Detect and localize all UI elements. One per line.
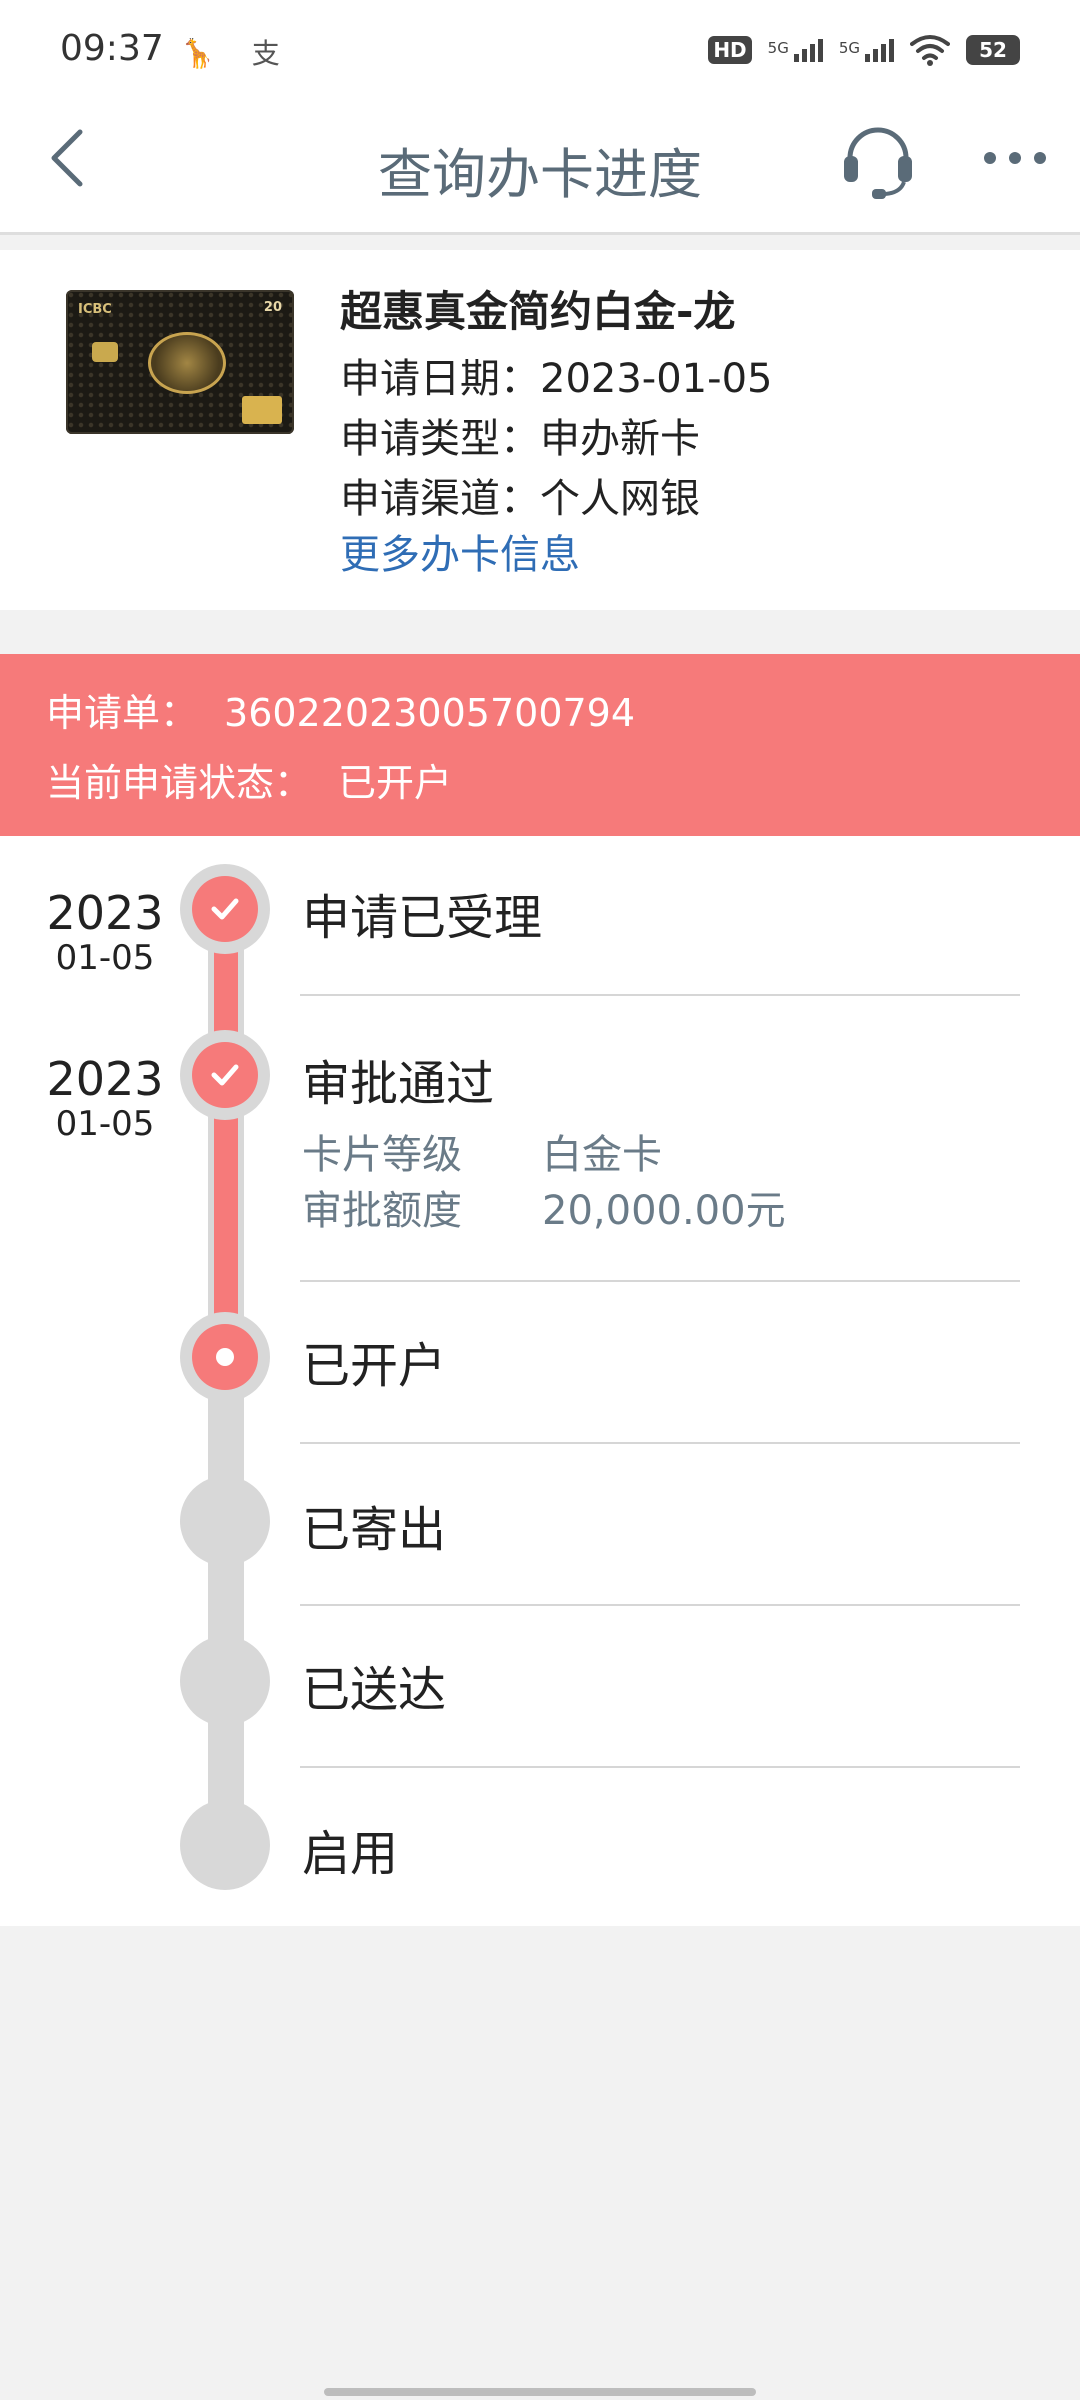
order-number-label: 申请单： — [46, 691, 199, 735]
divider — [300, 1280, 1020, 1282]
more-dots-icon[interactable] — [980, 138, 1050, 178]
signal-icon: 5G — [838, 38, 894, 62]
credit-limit-row: 审批额度 20,000.00元 — [302, 1178, 786, 1236]
step-node-pending — [180, 1636, 270, 1726]
step-label: 审批通过 — [302, 1056, 495, 1112]
card-brand: ICBC — [78, 302, 112, 317]
check-icon — [211, 898, 239, 920]
battery-icon: 52 — [966, 35, 1020, 65]
card-chip — [92, 342, 118, 362]
signal-label: 5G — [767, 38, 789, 57]
apply-date-value: 2023-01-05 — [540, 356, 773, 402]
signal-label: 5G — [838, 38, 860, 57]
unionpay-logo — [242, 396, 282, 424]
divider — [300, 994, 1020, 996]
apply-channel-label: 申请渠道： — [340, 476, 540, 522]
hd-icon: HD — [708, 36, 752, 64]
status-app-icons: 🦒 支 — [180, 37, 294, 70]
home-indicator[interactable] — [324, 2388, 756, 2396]
card-image: ICBC 20 — [66, 290, 294, 434]
step-label: 已开户 — [302, 1338, 447, 1394]
step-label: 已送达 — [302, 1662, 447, 1718]
card-level-row: 卡片等级 白金卡 — [302, 1122, 662, 1180]
page-title: 查询办卡进度 — [378, 143, 702, 206]
order-number-value: 36022023005700794 — [224, 691, 636, 735]
apply-date-row: 申请日期：2023-01-05 — [340, 346, 772, 404]
card-level-label: 卡片等级 — [302, 1132, 462, 1178]
more-card-info-link[interactable]: 更多办卡信息 — [340, 522, 580, 580]
credit-limit-value: 20,000.00元 — [542, 1188, 786, 1234]
step-date-md: 01-05 — [55, 1104, 155, 1144]
apply-type-row: 申请类型：申办新卡 — [340, 406, 700, 464]
divider — [300, 1766, 1020, 1768]
apply-date-label: 申请日期： — [340, 356, 540, 402]
status-bar: 09:37 🦒 支 HD 5G 5G 52 — [0, 0, 1080, 100]
apply-channel-row: 申请渠道：个人网银 — [340, 466, 700, 524]
apply-type-value: 申办新卡 — [540, 416, 700, 462]
timeline-progress — [214, 902, 238, 1352]
step-node-current — [180, 1312, 270, 1402]
step-node-pending — [180, 1800, 270, 1890]
progress-timeline: 2023 01-05 申请已受理 2023 01-05 审批通过 卡片等级 白金… — [0, 836, 1080, 1926]
apply-channel-value: 个人网银 — [540, 476, 700, 522]
current-status-label: 当前申请状态： — [46, 761, 313, 805]
status-indicators: HD 5G 5G 52 — [708, 30, 1020, 70]
step-date-year: 2023 — [46, 886, 164, 940]
order-number-row: 申请单： 36022023005700794 — [46, 682, 635, 737]
signal-icon: 5G — [767, 38, 823, 62]
current-status-row: 当前申请状态： 已开户 — [46, 752, 452, 807]
step-label: 申请已受理 — [302, 890, 543, 946]
dragon-emblem — [148, 332, 226, 394]
step-label: 已寄出 — [302, 1502, 447, 1558]
apply-type-label: 申请类型： — [340, 416, 540, 462]
step-date-year: 2023 — [46, 1052, 164, 1106]
card-level-value: 白金卡 — [542, 1132, 662, 1178]
credit-limit-label: 审批额度 — [302, 1188, 462, 1234]
application-banner: 申请单： 36022023005700794 当前申请状态： 已开户 — [0, 654, 1080, 836]
step-node-pending — [180, 1476, 270, 1566]
current-dot-icon — [216, 1348, 234, 1366]
check-icon — [211, 1064, 239, 1086]
step-date-md: 01-05 — [55, 938, 155, 978]
step-node-done — [180, 1030, 270, 1120]
card-badge: 20 — [263, 300, 282, 315]
card-info: ICBC 20 超惠真金简约白金-龙 申请日期：2023-01-05 申请类型：… — [0, 250, 1080, 610]
step-label: 启用 — [302, 1826, 399, 1882]
current-status-value: 已开户 — [338, 761, 453, 805]
wifi-icon — [910, 35, 950, 66]
divider — [300, 1604, 1020, 1606]
divider — [300, 1442, 1020, 1444]
nav-bar: 查询办卡进度 — [0, 100, 1080, 235]
headset-icon[interactable] — [838, 120, 918, 200]
card-name: 超惠真金简约白金-龙 — [340, 287, 736, 336]
status-time: 09:37 — [60, 28, 164, 69]
step-node-done — [180, 864, 270, 954]
